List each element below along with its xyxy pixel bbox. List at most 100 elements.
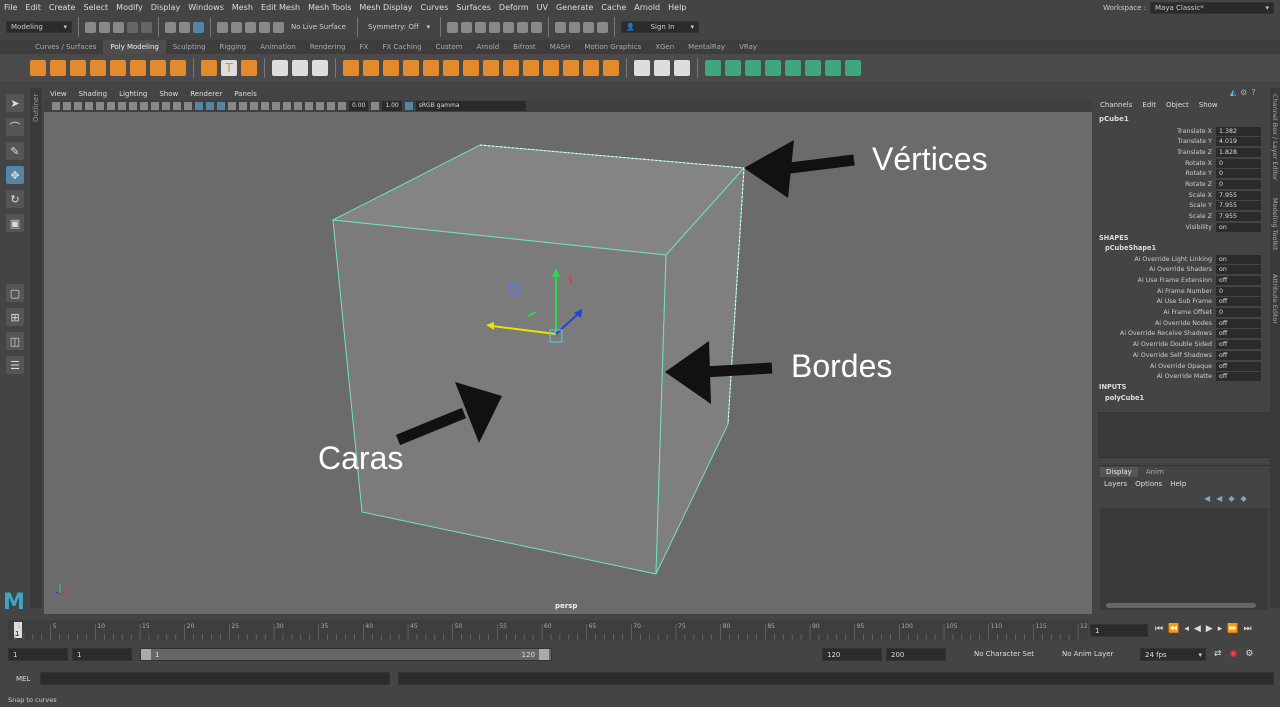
camera-attributes-icon[interactable] [63, 102, 71, 110]
menu-help[interactable]: Help [664, 0, 690, 12]
attribute-value[interactable]: 7.955 [1216, 201, 1261, 211]
animation-start-field[interactable]: 1 [8, 648, 68, 661]
sign-in-dropdown[interactable]: 👤 Sign In ▾ [621, 21, 699, 33]
menu-display[interactable]: Display [147, 0, 185, 12]
step-back-frame-icon[interactable]: ◂ [1184, 624, 1189, 634]
shelf-tab-fx-caching[interactable]: FX Caching [375, 40, 428, 54]
viewport-menu-panels[interactable]: Panels [228, 90, 263, 98]
svg-tool-icon[interactable] [241, 59, 257, 76]
boolean-icon[interactable] [343, 59, 359, 76]
shape-attribute-row[interactable]: Ai Override Self Shadows off [1100, 350, 1268, 360]
attribute-value[interactable]: 0 [1216, 180, 1261, 189]
attribute-value[interactable]: on [1216, 265, 1261, 275]
select-hierarchy-icon[interactable] [165, 21, 176, 33]
attribute-row[interactable]: Translate Z 1.828 [1100, 147, 1268, 157]
attribute-row[interactable]: Scale X 7.955 [1100, 190, 1268, 200]
shelf-tab-arnold[interactable]: Arnold [470, 40, 507, 54]
shelf-tab-curves-surfaces[interactable]: Curves / Surfaces [28, 40, 103, 54]
view-transform-dropdown[interactable]: sRGB gamma [415, 101, 526, 111]
menu-file[interactable]: File [0, 0, 21, 12]
playback-end-field[interactable]: 120 [822, 648, 882, 661]
film-gate-icon[interactable] [129, 102, 137, 110]
grid-icon[interactable] [118, 102, 126, 110]
super-shape-icon[interactable] [201, 59, 217, 76]
render-frame-icon[interactable] [461, 21, 472, 33]
move-layer-down-icon[interactable]: ◀ [1216, 494, 1222, 503]
anim-layer-dropdown[interactable]: No Anim Layer [1052, 648, 1138, 661]
range-start-handle[interactable] [141, 649, 151, 660]
persp-outliner-layout-icon[interactable]: ◫ [6, 332, 24, 350]
layer-menu-options[interactable]: Options [1135, 480, 1162, 488]
tab-modeling-toolkit[interactable]: Modeling Toolkit [1271, 198, 1279, 250]
grease-pencil-icon[interactable] [107, 102, 115, 110]
new-scene-icon[interactable] [85, 21, 96, 33]
menu-surfaces[interactable]: Surfaces [452, 0, 495, 12]
average-vertices-icon[interactable] [363, 59, 379, 76]
tab-anim[interactable]: Anim [1140, 467, 1170, 477]
character-set-dropdown[interactable]: No Character Set [960, 648, 1050, 661]
playback-start-field[interactable]: 1 [72, 648, 132, 661]
hypershade-icon[interactable] [503, 21, 514, 33]
gamma-field[interactable]: 1.00 [382, 101, 402, 111]
attribute-value[interactable]: off [1216, 361, 1261, 371]
poly-disc-icon[interactable] [150, 59, 166, 76]
current-frame-field[interactable]: 1 [1090, 624, 1148, 637]
shelf-tab-mash[interactable]: MASH [543, 40, 578, 54]
animation-preferences-icon[interactable]: ⚙ [1245, 649, 1253, 659]
undo-icon[interactable] [127, 21, 138, 33]
quadrangulate-icon[interactable] [603, 59, 619, 76]
four-view-layout-icon[interactable]: ⊞ [6, 308, 24, 326]
menu-mesh-display[interactable]: Mesh Display [355, 0, 416, 12]
attribute-value[interactable]: 0 [1216, 169, 1261, 179]
combine-icon[interactable] [272, 59, 288, 76]
menu-edit[interactable]: Edit [21, 0, 45, 12]
attribute-value[interactable]: 0 [1216, 158, 1261, 168]
menu-uv[interactable]: UV [533, 0, 552, 12]
layer-menu-layers[interactable]: Layers [1104, 480, 1127, 488]
attribute-row[interactable]: Rotate X 0 [1100, 158, 1268, 168]
shelf-tab-sculpting[interactable]: Sculpting [166, 40, 213, 54]
attribute-value[interactable]: off [1216, 372, 1261, 382]
lights-icon[interactable] [239, 102, 247, 110]
outliner-tab[interactable]: Outliner [30, 88, 42, 608]
workspace-dropdown[interactable]: Maya Classic* ▾ [1150, 1, 1274, 14]
layer-list[interactable] [1100, 508, 1268, 610]
bookmark-icon[interactable] [74, 102, 82, 110]
wedge-icon[interactable] [563, 59, 579, 76]
shape-attribute-row[interactable]: Ai Override Double Sided off [1100, 340, 1268, 350]
snap-view-plane-icon[interactable] [259, 21, 270, 33]
arnold-render-icon[interactable] [531, 21, 542, 33]
toggle-modeling-toolkit-icon[interactable] [555, 21, 566, 33]
move-plane-handle-red[interactable] [569, 274, 572, 285]
layer-menu-help[interactable]: Help [1170, 480, 1186, 488]
menu-deform[interactable]: Deform [495, 0, 533, 12]
isolate-select-icon[interactable] [305, 102, 313, 110]
single-perspective-layout-icon[interactable]: ▢ [6, 284, 24, 302]
attribute-row[interactable]: Scale Y 7.955 [1100, 201, 1268, 211]
textured-icon[interactable] [228, 102, 236, 110]
attribute-value[interactable]: 4.019 [1216, 137, 1261, 147]
collapse-icon[interactable] [503, 59, 519, 76]
viewport-menu-shading[interactable]: Shading [73, 90, 113, 98]
mirror-icon[interactable] [423, 59, 439, 76]
step-forward-key-icon[interactable]: ⏩ [1227, 624, 1238, 634]
menu-create[interactable]: Create [45, 0, 80, 12]
menu-arnold[interactable]: Arnold [630, 0, 664, 12]
merge-icon[interactable] [483, 59, 499, 76]
settings-icon[interactable]: ⚙ [1240, 88, 1247, 97]
menu-curves[interactable]: Curves [416, 0, 452, 12]
viewport-persp[interactable] [44, 112, 1092, 614]
snap-grid-icon[interactable] [217, 21, 228, 33]
select-object-icon[interactable] [179, 21, 190, 33]
safe-title-icon[interactable] [184, 102, 192, 110]
wireframe-on-shaded-icon[interactable] [217, 102, 225, 110]
time-slider[interactable]: 1 1 5 10 15 20 25 30 35 40 45 50 55 60 65 70 75 80 85 90 95… [8, 620, 1088, 640]
poly-cube-icon[interactable] [50, 59, 66, 76]
play-backwards-icon[interactable]: ◀ [1194, 624, 1201, 634]
wireframe-icon[interactable] [195, 102, 203, 110]
live-surface-field[interactable]: No Live Surface [287, 21, 351, 33]
move-layer-up-icon[interactable]: ◀ [1204, 494, 1210, 503]
viewport-menu-renderer[interactable]: Renderer [184, 90, 228, 98]
attribute-filter-icon[interactable]: ◭ [1230, 88, 1236, 97]
poke-icon[interactable] [543, 59, 559, 76]
